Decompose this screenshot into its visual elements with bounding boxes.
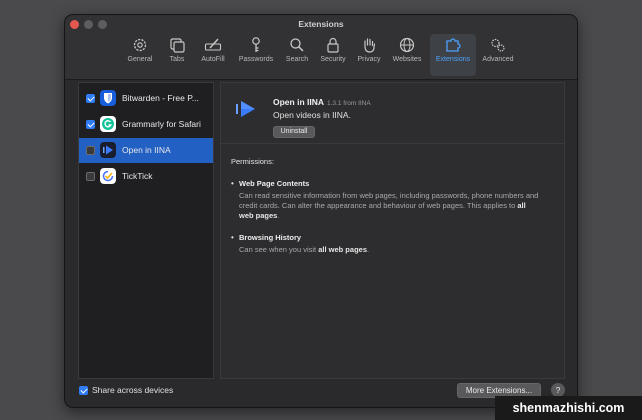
bitwarden-shield-icon xyxy=(100,90,116,106)
tab-search-label: Search xyxy=(285,56,309,63)
watermark: shenmazhishi.com xyxy=(495,396,642,420)
extension-row-ticktick[interactable]: TickTick xyxy=(79,164,213,189)
key-icon xyxy=(252,37,260,52)
tab-security-label: Security xyxy=(320,56,346,63)
permission-scope: all web pages xyxy=(318,245,367,254)
permission-desc-end: . xyxy=(367,245,370,254)
enable-open-in-iina-checkbox[interactable] xyxy=(86,146,95,155)
gear-icon xyxy=(133,38,147,52)
extension-name: Bitwarden - Free P... xyxy=(122,93,199,103)
tab-websites[interactable]: Websites xyxy=(387,34,427,76)
permission-title: Browsing History xyxy=(239,233,302,242)
tab-security[interactable]: Security xyxy=(315,34,351,76)
ticktick-icon xyxy=(100,168,116,184)
safari-preferences-window: Extensions General Tabs AutoFill Passwor… xyxy=(64,14,578,408)
permission-desc-end: . xyxy=(277,211,280,220)
tab-general-label: General xyxy=(127,56,153,63)
globe-icon xyxy=(399,37,415,53)
permission-description: Can see when you visit all web pages. xyxy=(239,245,539,255)
tab-passwords-label: Passwords xyxy=(238,56,274,63)
extension-row-open-in-iina[interactable]: Open in IINA xyxy=(79,138,213,163)
extension-detail-header: Open in IINA 1.3.1 from IINA Open videos … xyxy=(221,83,564,144)
tab-extensions[interactable]: Extensions xyxy=(430,34,476,76)
extension-name: Open in IINA xyxy=(122,145,171,155)
tab-autofill-label: AutoFill xyxy=(201,56,225,63)
titlebar: Extensions General Tabs AutoFill Passwor… xyxy=(65,15,577,80)
extension-row-bitwarden[interactable]: Bitwarden - Free P... xyxy=(79,86,213,111)
permission-desc-text: Can see when you visit xyxy=(239,245,317,254)
permission-desc-text: Can read sensitive information from web … xyxy=(239,191,539,210)
tab-advanced[interactable]: Advanced xyxy=(478,34,518,76)
tab-general[interactable]: General xyxy=(121,34,159,76)
permission-title: Web Page Contents xyxy=(239,179,310,188)
tab-privacy-label: Privacy xyxy=(357,56,381,63)
extension-description: Open videos in IINA. xyxy=(273,110,351,120)
help-button[interactable]: ? xyxy=(551,383,565,397)
tabs-icon xyxy=(170,38,185,53)
tab-privacy[interactable]: Privacy xyxy=(353,34,385,76)
lock-icon xyxy=(327,37,339,53)
tab-search[interactable]: Search xyxy=(281,34,313,76)
grammarly-icon xyxy=(100,116,116,132)
uninstall-button[interactable]: Uninstall xyxy=(273,126,315,138)
extension-detail-panel: Open in IINA 1.3.1 from IINA Open videos … xyxy=(220,82,565,379)
tab-autofill[interactable]: AutoFill xyxy=(195,34,231,76)
extension-name: Grammarly for Safari xyxy=(122,119,201,129)
magnifier-icon xyxy=(290,38,304,52)
tab-advanced-label: Advanced xyxy=(482,56,514,63)
permissions-heading: Permissions: xyxy=(231,157,274,166)
tab-tabs[interactable]: Tabs xyxy=(161,34,193,76)
share-across-devices-checkbox[interactable] xyxy=(79,386,88,395)
tab-websites-label: Websites xyxy=(392,56,422,63)
permission-description: Can read sensitive information from web … xyxy=(239,191,539,221)
tab-passwords[interactable]: Passwords xyxy=(233,34,279,76)
extension-detail-name: Open in IINA xyxy=(273,97,324,107)
hand-icon xyxy=(364,38,376,53)
tab-extensions-label: Extensions xyxy=(435,56,471,63)
bullet: • xyxy=(231,179,234,188)
extension-name: TickTick xyxy=(122,171,153,181)
extension-row-grammarly[interactable]: Grammarly for Safari xyxy=(79,112,213,137)
bullet: • xyxy=(231,233,234,242)
window-title: Extensions xyxy=(298,19,344,29)
puzzle-icon xyxy=(446,38,461,52)
enable-bitwarden-checkbox[interactable] xyxy=(86,94,95,103)
pencil-field-icon xyxy=(204,38,222,51)
extension-version: 1.3.1 from IINA xyxy=(327,100,371,107)
iina-play-icon xyxy=(100,142,116,158)
enable-ticktick-checkbox[interactable] xyxy=(86,172,95,181)
share-across-devices-label: Share across devices xyxy=(92,385,174,395)
iina-play-icon xyxy=(236,101,255,117)
tab-tabs-label: Tabs xyxy=(169,56,185,63)
extensions-list: Bitwarden - Free P... Grammarly for Safa… xyxy=(78,82,214,379)
extension-title: Open in IINA 1.3.1 from IINA xyxy=(273,97,371,107)
gears-icon xyxy=(491,38,505,52)
enable-grammarly-checkbox[interactable] xyxy=(86,120,95,129)
